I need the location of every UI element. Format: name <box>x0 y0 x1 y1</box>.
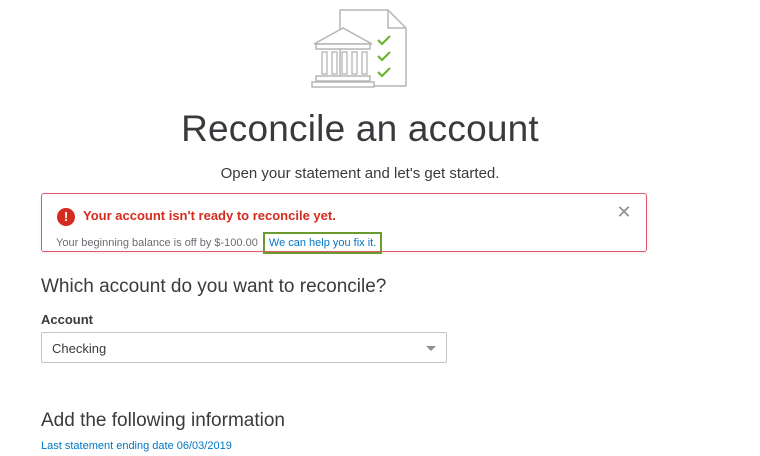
close-icon[interactable]: ✕ <box>616 203 632 221</box>
error-icon: ! <box>57 208 75 226</box>
bank-statement-checklist-icon <box>310 6 410 90</box>
page-subtitle: Open your statement and let's get starte… <box>220 165 500 182</box>
account-field-label: Account <box>41 312 93 327</box>
info-section-heading: Add the following information <box>41 410 285 431</box>
account-select[interactable]: Checking <box>41 332 447 363</box>
page-title: Reconcile an account <box>181 108 539 149</box>
error-alert: ! Your account isn't ready to reconcile … <box>41 193 647 254</box>
account-select-value: Checking <box>52 341 107 356</box>
chevron-down-icon <box>426 346 436 351</box>
last-statement-date-link[interactable]: Last statement ending date 06/03/2019 <box>41 440 232 452</box>
alert-message: Your beginning balance is off by $-100.0… <box>56 237 258 249</box>
alert-message-line: Your beginning balance is off by $-100.0… <box>56 232 383 254</box>
alert-title: Your account isn't ready to reconcile ye… <box>83 208 336 223</box>
account-section-heading: Which account do you want to reconcile? <box>41 276 387 297</box>
fix-it-link[interactable]: We can help you fix it. <box>262 232 383 254</box>
